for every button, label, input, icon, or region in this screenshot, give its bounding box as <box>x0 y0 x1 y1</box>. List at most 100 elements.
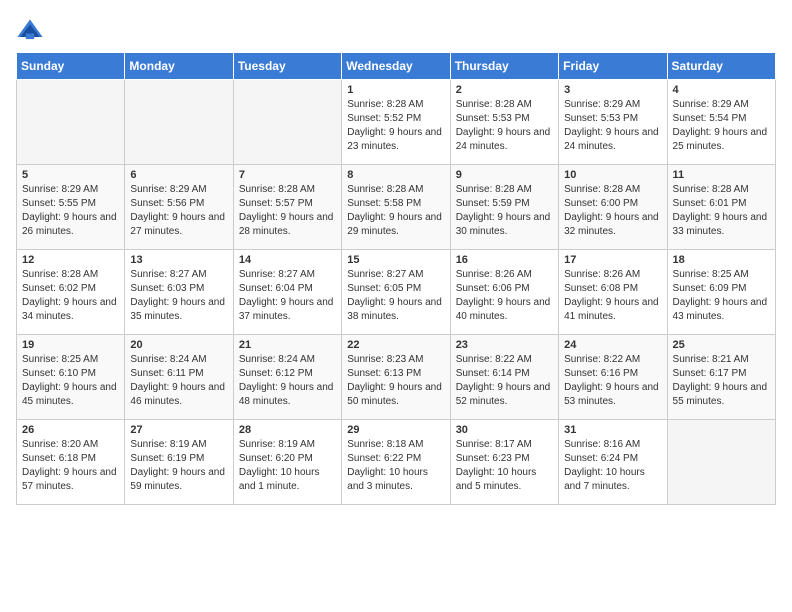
day-number: 19 <box>22 339 119 351</box>
logo-icon <box>16 16 44 44</box>
day-info: Sunrise: 8:28 AMSunset: 5:58 PMDaylight:… <box>347 183 444 239</box>
calendar-cell: 18 Sunrise: 8:25 AMSunset: 6:09 PMDayligh… <box>667 250 775 335</box>
day-number: 22 <box>347 339 444 351</box>
calendar-cell: 22 Sunrise: 8:23 AMSunset: 6:13 PMDayligh… <box>342 335 450 420</box>
calendar-cell: 8 Sunrise: 8:28 AMSunset: 5:58 PMDaylight… <box>342 165 450 250</box>
day-info: Sunrise: 8:28 AMSunset: 6:00 PMDaylight:… <box>564 183 661 239</box>
weekday-header-friday: Friday <box>559 53 667 80</box>
calendar-cell: 27 Sunrise: 8:19 AMSunset: 6:19 PMDayligh… <box>125 420 233 505</box>
day-info: Sunrise: 8:28 AMSunset: 5:57 PMDaylight:… <box>239 183 336 239</box>
calendar-cell: 24 Sunrise: 8:22 AMSunset: 6:16 PMDayligh… <box>559 335 667 420</box>
calendar-cell: 4 Sunrise: 8:29 AMSunset: 5:54 PMDaylight… <box>667 80 775 165</box>
day-number: 14 <box>239 254 336 266</box>
calendar-cell: 6 Sunrise: 8:29 AMSunset: 5:56 PMDaylight… <box>125 165 233 250</box>
day-number: 24 <box>564 339 661 351</box>
day-number: 17 <box>564 254 661 266</box>
day-info: Sunrise: 8:28 AMSunset: 5:53 PMDaylight:… <box>456 98 553 154</box>
calendar-cell: 20 Sunrise: 8:24 AMSunset: 6:11 PMDayligh… <box>125 335 233 420</box>
calendar-week-1: 1Sunrise: 8:28 AMSunset: 5:52 PMDaylight… <box>17 80 776 165</box>
day-number: 9 <box>456 169 553 181</box>
day-number: 12 <box>22 254 119 266</box>
calendar-cell: 17 Sunrise: 8:26 AMSunset: 6:08 PMDayligh… <box>559 250 667 335</box>
day-info: Sunrise: 8:28 AMSunset: 5:59 PMDaylight:… <box>456 183 553 239</box>
day-info: Sunrise: 8:16 AMSunset: 6:24 PMDaylight:… <box>564 438 661 494</box>
calendar-cell: 23 Sunrise: 8:22 AMSunset: 6:14 PMDayligh… <box>450 335 558 420</box>
day-info: Sunrise: 8:20 AMSunset: 6:18 PMDaylight:… <box>22 438 119 494</box>
day-number: 8 <box>347 169 444 181</box>
day-info: Sunrise: 8:25 AMSunset: 6:10 PMDaylight:… <box>22 353 119 409</box>
day-number: 15 <box>347 254 444 266</box>
day-info: Sunrise: 8:27 AMSunset: 6:03 PMDaylight:… <box>130 268 227 324</box>
calendar-cell: 21 Sunrise: 8:24 AMSunset: 6:12 PMDayligh… <box>233 335 341 420</box>
day-number: 27 <box>130 424 227 436</box>
calendar-cell <box>125 80 233 165</box>
calendar-cell: 9 Sunrise: 8:28 AMSunset: 5:59 PMDaylight… <box>450 165 558 250</box>
calendar-body: 1Sunrise: 8:28 AMSunset: 5:52 PMDaylight… <box>17 80 776 505</box>
day-number: 6 <box>130 169 227 181</box>
day-info: Sunrise: 8:29 AMSunset: 5:53 PMDaylight:… <box>564 98 661 154</box>
calendar-week-2: 5 Sunrise: 8:29 AMSunset: 5:55 PMDaylight… <box>17 165 776 250</box>
day-info: Sunrise: 8:28 AMSunset: 6:02 PMDaylight:… <box>22 268 119 324</box>
day-info: Sunrise: 8:24 AMSunset: 6:11 PMDaylight:… <box>130 353 227 409</box>
calendar-cell: 28Sunrise: 8:19 AMSunset: 6:20 PMDayligh… <box>233 420 341 505</box>
day-number: 26 <box>22 424 119 436</box>
calendar-cell: 30Sunrise: 8:17 AMSunset: 6:23 PMDayligh… <box>450 420 558 505</box>
day-number: 30 <box>456 424 553 436</box>
weekday-header-tuesday: Tuesday <box>233 53 341 80</box>
calendar-cell <box>233 80 341 165</box>
calendar-cell: 25 Sunrise: 8:21 AMSunset: 6:17 PMDayligh… <box>667 335 775 420</box>
calendar-cell: 16 Sunrise: 8:26 AMSunset: 6:06 PMDayligh… <box>450 250 558 335</box>
calendar-header: SundayMondayTuesdayWednesdayThursdayFrid… <box>17 53 776 80</box>
calendar-cell: 3 Sunrise: 8:29 AMSunset: 5:53 PMDaylight… <box>559 80 667 165</box>
day-info: Sunrise: 8:28 AMSunset: 6:01 PMDaylight:… <box>673 183 770 239</box>
day-number: 4 <box>673 84 770 96</box>
day-number: 29 <box>347 424 444 436</box>
day-info: Sunrise: 8:22 AMSunset: 6:16 PMDaylight:… <box>564 353 661 409</box>
weekday-header-wednesday: Wednesday <box>342 53 450 80</box>
day-number: 20 <box>130 339 227 351</box>
day-number: 3 <box>564 84 661 96</box>
day-number: 13 <box>130 254 227 266</box>
day-info: Sunrise: 8:21 AMSunset: 6:17 PMDaylight:… <box>673 353 770 409</box>
calendar-cell: 14Sunrise: 8:27 AMSunset: 6:04 PMDayligh… <box>233 250 341 335</box>
day-number: 23 <box>456 339 553 351</box>
calendar-cell: 11 Sunrise: 8:28 AMSunset: 6:01 PMDayligh… <box>667 165 775 250</box>
weekday-header-sunday: Sunday <box>17 53 125 80</box>
day-info: Sunrise: 8:26 AMSunset: 6:06 PMDaylight:… <box>456 268 553 324</box>
day-number: 5 <box>22 169 119 181</box>
calendar-week-3: 12 Sunrise: 8:28 AMSunset: 6:02 PMDayligh… <box>17 250 776 335</box>
day-number: 7 <box>239 169 336 181</box>
calendar-cell: 12 Sunrise: 8:28 AMSunset: 6:02 PMDayligh… <box>17 250 125 335</box>
day-info: Sunrise: 8:25 AMSunset: 6:09 PMDaylight:… <box>673 268 770 324</box>
day-info: Sunrise: 8:24 AMSunset: 6:12 PMDaylight:… <box>239 353 336 409</box>
day-number: 18 <box>673 254 770 266</box>
day-number: 11 <box>673 169 770 181</box>
day-info: Sunrise: 8:29 AMSunset: 5:55 PMDaylight:… <box>22 183 119 239</box>
day-info: Sunrise: 8:19 AMSunset: 6:19 PMDaylight:… <box>130 438 227 494</box>
day-number: 31 <box>564 424 661 436</box>
calendar-week-5: 26 Sunrise: 8:20 AMSunset: 6:18 PMDayligh… <box>17 420 776 505</box>
calendar-week-4: 19 Sunrise: 8:25 AMSunset: 6:10 PMDayligh… <box>17 335 776 420</box>
day-info: Sunrise: 8:18 AMSunset: 6:22 PMDaylight:… <box>347 438 444 494</box>
day-number: 25 <box>673 339 770 351</box>
day-info: Sunrise: 8:19 AMSunset: 6:20 PMDaylight:… <box>239 438 336 494</box>
weekday-header-monday: Monday <box>125 53 233 80</box>
calendar-cell <box>667 420 775 505</box>
calendar-cell: 1Sunrise: 8:28 AMSunset: 5:52 PMDaylight… <box>342 80 450 165</box>
weekday-header-thursday: Thursday <box>450 53 558 80</box>
calendar-cell: 13 Sunrise: 8:27 AMSunset: 6:03 PMDayligh… <box>125 250 233 335</box>
day-info: Sunrise: 8:22 AMSunset: 6:14 PMDaylight:… <box>456 353 553 409</box>
day-info: Sunrise: 8:26 AMSunset: 6:08 PMDaylight:… <box>564 268 661 324</box>
logo <box>16 16 48 44</box>
calendar-cell: 10Sunrise: 8:28 AMSunset: 6:00 PMDayligh… <box>559 165 667 250</box>
calendar-cell: 26 Sunrise: 8:20 AMSunset: 6:18 PMDayligh… <box>17 420 125 505</box>
weekday-header-saturday: Saturday <box>667 53 775 80</box>
day-number: 1 <box>347 84 444 96</box>
day-info: Sunrise: 8:27 AMSunset: 6:05 PMDaylight:… <box>347 268 444 324</box>
day-info: Sunrise: 8:29 AMSunset: 5:54 PMDaylight:… <box>673 98 770 154</box>
day-number: 21 <box>239 339 336 351</box>
day-info: Sunrise: 8:29 AMSunset: 5:56 PMDaylight:… <box>130 183 227 239</box>
day-number: 16 <box>456 254 553 266</box>
calendar-cell: 19 Sunrise: 8:25 AMSunset: 6:10 PMDayligh… <box>17 335 125 420</box>
day-info: Sunrise: 8:23 AMSunset: 6:13 PMDaylight:… <box>347 353 444 409</box>
